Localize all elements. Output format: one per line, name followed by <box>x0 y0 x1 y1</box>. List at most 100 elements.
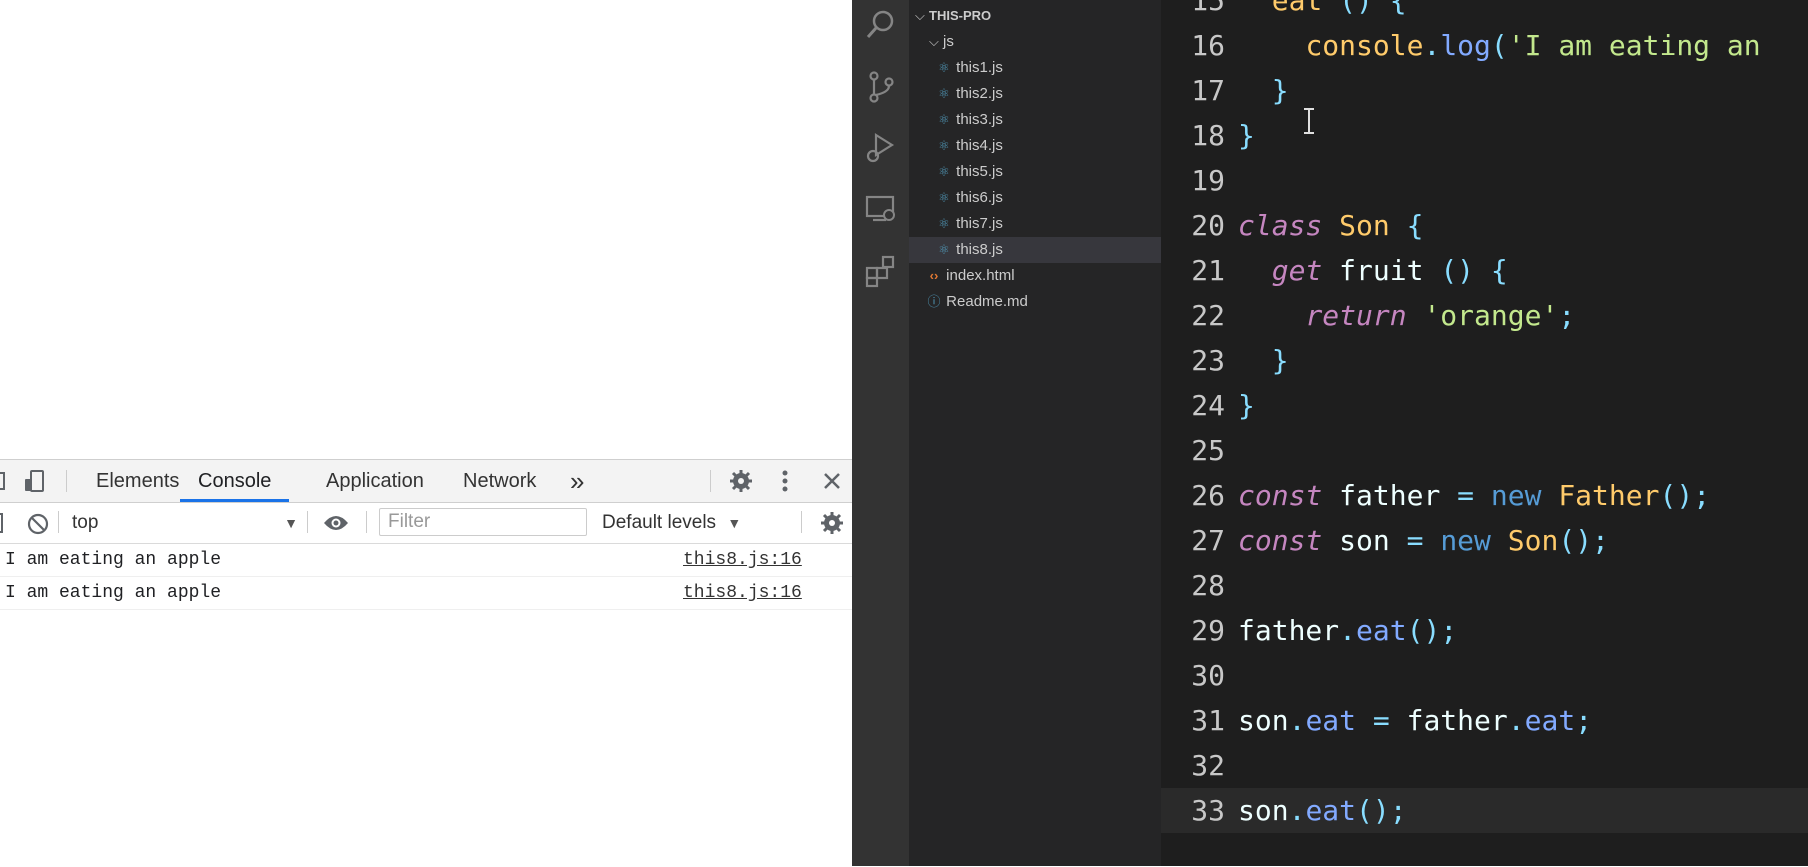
code-text: } <box>1271 344 1289 377</box>
gear-icon[interactable] <box>729 469 753 493</box>
toolbar-separator <box>801 511 802 533</box>
code-text: class Son { <box>1238 209 1424 242</box>
file-this3-js[interactable]: ⚛ this3.js <box>909 107 1161 133</box>
tab-console[interactable]: Console <box>180 460 290 502</box>
file-this1-js[interactable]: ⚛ this1.js <box>909 55 1161 81</box>
code-line[interactable]: 31 son.eat = father.eat; <box>1161 698 1808 743</box>
code-line[interactable]: 15 eat () { <box>1161 0 1808 23</box>
remote-explorer-icon[interactable] <box>864 192 898 226</box>
file-this5-js[interactable]: ⚛ this5.js <box>909 159 1161 185</box>
code-text: return 'orange'; <box>1305 299 1576 332</box>
code-line[interactable]: 29 father.eat(); <box>1161 608 1808 653</box>
clear-console-icon[interactable] <box>27 513 49 535</box>
code-line[interactable]: 25 <box>1161 428 1808 473</box>
code-line[interactable]: 24} <box>1161 383 1808 428</box>
code-line[interactable]: 28 <box>1161 563 1808 608</box>
console-source-link[interactable]: this8.js:16 <box>683 544 802 576</box>
file-label: this7.js <box>956 215 1003 232</box>
line-number: 24 <box>1191 389 1225 422</box>
close-icon[interactable] <box>823 472 841 490</box>
code-line[interactable]: 32 <box>1161 743 1808 788</box>
code-line[interactable]: 26 const father = new Father(); <box>1161 473 1808 518</box>
tab-separator <box>710 470 711 492</box>
triangle-down-icon: ▼ <box>284 515 298 531</box>
line-number: 17 <box>1191 74 1225 107</box>
file-index-html[interactable]: ‹› index.html <box>909 263 1161 289</box>
code-line[interactable]: 27 const son = new Son(); <box>1161 518 1808 563</box>
line-number: 18 <box>1191 119 1225 152</box>
console-message: I am eating an apple this8.js:16 <box>0 544 852 577</box>
code-line[interactable]: 17 } <box>1161 68 1808 113</box>
react-file-icon: ⚛ <box>938 242 950 257</box>
context-select[interactable]: top ▼ <box>72 509 298 537</box>
file-label: this2.js <box>956 85 1003 102</box>
console-source-link[interactable]: this8.js:16 <box>683 577 802 609</box>
html-file-icon: ‹› <box>929 268 939 283</box>
code-line[interactable]: 33 son.eat(); <box>1161 788 1808 833</box>
run-debug-icon[interactable] <box>864 130 898 164</box>
file-label: this6.js <box>956 189 1003 206</box>
info-file-icon: ⓘ <box>927 294 941 309</box>
toolbar-separator <box>366 511 367 533</box>
toolbar-separator <box>307 511 308 533</box>
tab-network[interactable]: Network <box>463 460 536 502</box>
code-line[interactable]: 22 return 'orange'; <box>1161 293 1808 338</box>
code-line[interactable]: 18} <box>1161 113 1808 158</box>
file-label: this1.js <box>956 59 1003 76</box>
line-number: 26 <box>1191 479 1225 512</box>
console-toolbar: top ▼ Default levels ▼ <box>0 503 852 544</box>
code-text: } <box>1238 119 1255 152</box>
text-cursor-icon <box>1304 108 1314 134</box>
line-number: 32 <box>1191 749 1225 782</box>
device-toolbar-icon[interactable] <box>22 469 46 493</box>
more-tabs-button[interactable]: » <box>570 460 584 502</box>
file-readme-md[interactable]: ⓘ Readme.md <box>909 289 1161 315</box>
file-this6-js[interactable]: ⚛ this6.js <box>909 185 1161 211</box>
code-text: get fruit () { <box>1271 254 1508 287</box>
folder-label: js <box>943 33 954 50</box>
filter-input[interactable] <box>379 508 587 536</box>
line-number: 31 <box>1191 704 1225 737</box>
folder-this-pro[interactable]: ⌵ THIS-PRO <box>909 3 1161 29</box>
vscode-window: ⌵ THIS-PRO ⌵ js ⚛ this1.js ⚛ this2.js ⚛ … <box>852 0 1808 866</box>
file-this4-js[interactable]: ⚛ this4.js <box>909 133 1161 159</box>
code-line[interactable]: 21 get fruit () { <box>1161 248 1808 293</box>
line-number: 15 <box>1191 0 1225 17</box>
file-label: this8.js <box>956 241 1003 258</box>
log-levels-label: Default levels <box>602 512 717 533</box>
code-text: } <box>1271 74 1289 107</box>
tab-elements[interactable]: Elements <box>96 460 179 502</box>
code-line[interactable]: 23 } <box>1161 338 1808 383</box>
search-icon[interactable] <box>864 8 898 42</box>
file-this8-js[interactable]: ⚛ this8.js <box>909 237 1161 263</box>
code-text: eat () { <box>1271 0 1407 17</box>
inspect-element-icon[interactable] <box>0 471 8 491</box>
line-number: 29 <box>1191 614 1225 647</box>
tab-application[interactable]: Application <box>326 460 424 502</box>
react-file-icon: ⚛ <box>938 112 950 127</box>
console-message-text: I am eating an apple <box>5 583 222 603</box>
extensions-icon[interactable] <box>864 254 898 288</box>
code-text: son.eat(); <box>1238 794 1407 827</box>
tab-separator <box>66 470 67 492</box>
console-settings-gear-icon[interactable] <box>820 511 844 535</box>
kebab-menu-icon[interactable] <box>780 469 790 493</box>
line-number: 27 <box>1191 524 1225 557</box>
code-line[interactable]: 16 console.log('I am eating an <box>1161 23 1808 68</box>
sidebar-toggle-icon[interactable] <box>0 513 4 533</box>
file-label: index.html <box>946 267 1015 284</box>
file-this2-js[interactable]: ⚛ this2.js <box>909 81 1161 107</box>
folder-label: THIS-PRO <box>929 8 992 23</box>
file-explorer: ⌵ THIS-PRO ⌵ js ⚛ this1.js ⚛ this2.js ⚛ … <box>909 0 1161 866</box>
code-text: console.log('I am eating an <box>1305 29 1761 62</box>
code-line[interactable]: 20 class Son { <box>1161 203 1808 248</box>
eye-icon[interactable] <box>323 514 349 532</box>
file-this7-js[interactable]: ⚛ this7.js <box>909 211 1161 237</box>
folder-js[interactable]: ⌵ js <box>909 29 1161 55</box>
log-levels-dropdown[interactable]: Default levels ▼ <box>602 509 741 537</box>
react-file-icon: ⚛ <box>938 86 950 101</box>
code-line[interactable]: 30 <box>1161 653 1808 698</box>
code-line[interactable]: 19 <box>1161 158 1808 203</box>
source-control-icon[interactable] <box>864 70 898 104</box>
code-editor[interactable]: 15 eat () {16 console.log('I am eating a… <box>1161 0 1808 866</box>
